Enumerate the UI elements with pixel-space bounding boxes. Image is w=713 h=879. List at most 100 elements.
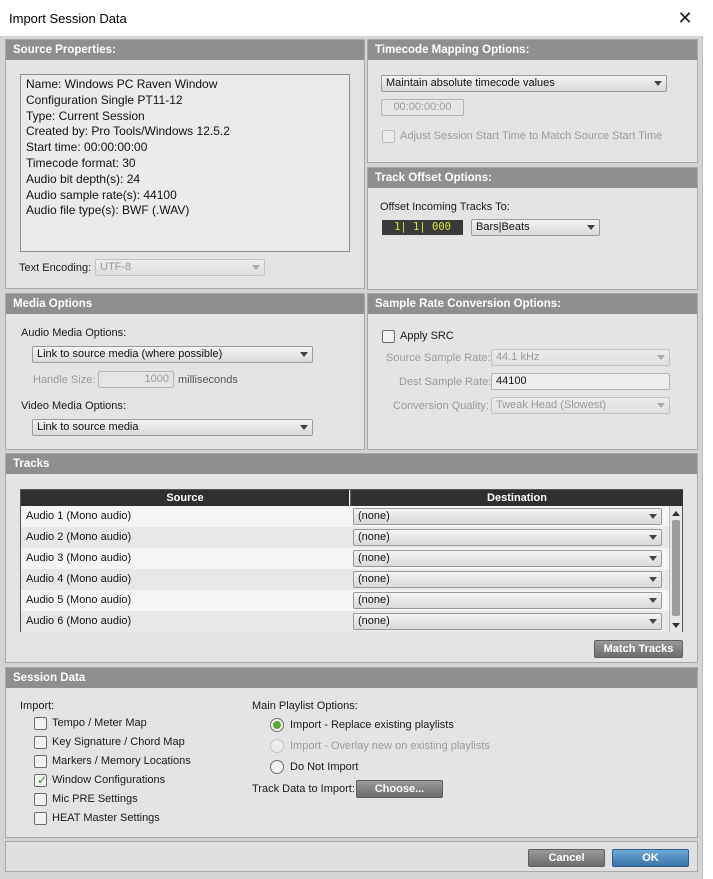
- chevron-down-icon: [252, 265, 260, 270]
- destination-select[interactable]: (none): [353, 613, 662, 630]
- offset-units-select[interactable]: Bars|Beats: [471, 219, 600, 236]
- text-encoding-label: Text Encoding:: [19, 262, 92, 274]
- playlist-overlay-label: Import - Overlay new on existing playlis…: [290, 740, 490, 752]
- info-line: Name: Windows PC Raven Window: [26, 77, 218, 91]
- destination-select[interactable]: (none): [353, 592, 662, 609]
- key-signature-checkbox[interactable]: [34, 736, 47, 749]
- info-line: Audio bit depth(s): 24: [26, 171, 141, 186]
- destination-select[interactable]: (none): [353, 571, 662, 588]
- destination-value: (none): [358, 531, 390, 543]
- chevron-down-icon: [654, 81, 662, 86]
- track-source: Audio 2 (Mono audio): [26, 531, 132, 543]
- title-bar: Import Session Data ✕: [0, 0, 703, 36]
- chevron-down-icon: [657, 355, 665, 360]
- source-properties-info: Name: Windows PC Raven Window Configurat…: [20, 74, 350, 252]
- destination-select[interactable]: (none): [353, 529, 662, 546]
- ok-button[interactable]: OK: [612, 849, 689, 867]
- destination-value: (none): [358, 510, 390, 522]
- table-row: Audio 3 (Mono audio) (none): [21, 548, 671, 569]
- scroll-thumb[interactable]: [672, 520, 680, 616]
- playlist-none-label: Do Not Import: [290, 761, 359, 773]
- info-line: Start time: 00:00:00:00: [26, 140, 148, 155]
- video-media-value: Link to source media: [37, 421, 139, 433]
- text-encoding-select[interactable]: UTF-8: [95, 259, 265, 276]
- media-options-header: Media Options: [6, 294, 364, 314]
- match-tracks-button[interactable]: Match Tracks: [594, 640, 683, 658]
- window-title: Import Session Data: [9, 11, 127, 26]
- tracks-table: Source Destination Audio 1 (Mono audio) …: [20, 489, 683, 632]
- track-source: Audio 1 (Mono audio): [26, 510, 132, 522]
- handle-units-label: milliseconds: [178, 374, 238, 386]
- chevron-down-icon: [300, 352, 308, 357]
- audio-media-select[interactable]: Link to source media (where possible): [32, 346, 313, 363]
- track-data-label: Track Data to Import:: [252, 783, 355, 795]
- tracks-header: Tracks: [6, 454, 697, 474]
- timecode-mapping-header: Timecode Mapping Options:: [368, 40, 697, 60]
- source-rate-label: Source Sample Rate:: [386, 352, 491, 364]
- table-row: Audio 4 (Mono audio) (none): [21, 569, 671, 590]
- destination-value: (none): [358, 615, 390, 627]
- close-icon[interactable]: ✕: [673, 6, 697, 30]
- scroll-down-icon[interactable]: [672, 623, 680, 628]
- offset-label: Offset Incoming Tracks To:: [380, 201, 510, 213]
- adjust-start-checkbox[interactable]: [382, 130, 395, 143]
- info-line: Type: Current Session: [26, 108, 145, 123]
- key-signature-label: Key Signature / Chord Map: [52, 736, 185, 748]
- timecode-mapping-select[interactable]: Maintain absolute timecode values: [381, 75, 667, 92]
- session-data-header: Session Data: [6, 668, 697, 688]
- track-source: Audio 5 (Mono audio): [26, 594, 132, 606]
- mic-pre-checkbox[interactable]: [34, 793, 47, 806]
- playlist-options-label: Main Playlist Options:: [252, 700, 358, 712]
- chevron-down-icon: [649, 556, 657, 561]
- dest-rate-field[interactable]: 44100: [491, 373, 670, 390]
- import-label: Import:: [20, 700, 55, 712]
- timecode-field[interactable]: 00:00:00:00: [381, 99, 464, 116]
- radio-selected-indicator: [273, 721, 281, 729]
- heat-master-checkbox[interactable]: [34, 812, 47, 825]
- cancel-button[interactable]: Cancel: [528, 849, 605, 867]
- info-line: Timecode format: 30: [26, 155, 136, 170]
- source-rate-select[interactable]: 44.1 kHz: [491, 349, 670, 366]
- apply-src-checkbox[interactable]: [382, 330, 395, 343]
- playlist-none-radio[interactable]: [270, 760, 284, 774]
- chevron-down-icon: [587, 225, 595, 230]
- chevron-down-icon: [649, 577, 657, 582]
- quality-select[interactable]: Tweak Head (Slowest): [491, 397, 670, 414]
- table-row: Audio 6 (Mono audio) (none): [21, 611, 671, 632]
- table-row: Audio 1 (Mono audio) (none): [21, 506, 671, 527]
- import-session-dialog: Import Session Data ✕ Source Properties:…: [0, 0, 703, 879]
- tempo-meter-checkbox[interactable]: [34, 717, 47, 730]
- tempo-meter-label: Tempo / Meter Map: [52, 717, 147, 729]
- handle-size-label: Handle Size:: [33, 374, 96, 386]
- markers-checkbox[interactable]: [34, 755, 47, 768]
- chevron-down-icon: [649, 619, 657, 624]
- choose-button[interactable]: Choose...: [356, 780, 443, 798]
- info-line: Audio file type(s): BWF (.WAV): [26, 203, 190, 218]
- chevron-down-icon: [657, 403, 665, 408]
- col-source-header: Source: [21, 490, 349, 506]
- window-edge: [703, 0, 713, 879]
- source-properties-header: Source Properties:: [6, 40, 364, 60]
- quality-value: Tweak Head (Slowest): [496, 399, 607, 411]
- track-source: Audio 6 (Mono audio): [26, 615, 132, 627]
- destination-select[interactable]: (none): [353, 508, 662, 525]
- mic-pre-label: Mic PRE Settings: [52, 793, 138, 805]
- tracks-scrollbar[interactable]: [669, 506, 682, 632]
- chevron-down-icon: [300, 425, 308, 430]
- destination-select[interactable]: (none): [353, 550, 662, 567]
- text-encoding-value: UTF-8: [100, 261, 132, 273]
- handle-size-field[interactable]: 1000: [98, 371, 174, 388]
- window-config-label: Window Configurations: [52, 774, 166, 786]
- table-row: Audio 2 (Mono audio) (none): [21, 527, 671, 548]
- scroll-up-icon[interactable]: [672, 511, 680, 516]
- playlist-overlay-radio[interactable]: [270, 739, 284, 753]
- video-media-select[interactable]: Link to source media: [32, 419, 313, 436]
- source-rate-value: 44.1 kHz: [496, 351, 540, 363]
- heat-master-label: HEAT Master Settings: [52, 812, 160, 824]
- playlist-replace-radio[interactable]: [270, 718, 284, 732]
- apply-src-label: Apply SRC: [400, 330, 454, 342]
- window-config-checkbox[interactable]: ✓: [34, 773, 47, 787]
- track-offset-header: Track Offset Options:: [368, 168, 697, 188]
- offset-timecode-field[interactable]: 1| 1| 000: [382, 220, 463, 235]
- col-destination-header: Destination: [350, 490, 683, 506]
